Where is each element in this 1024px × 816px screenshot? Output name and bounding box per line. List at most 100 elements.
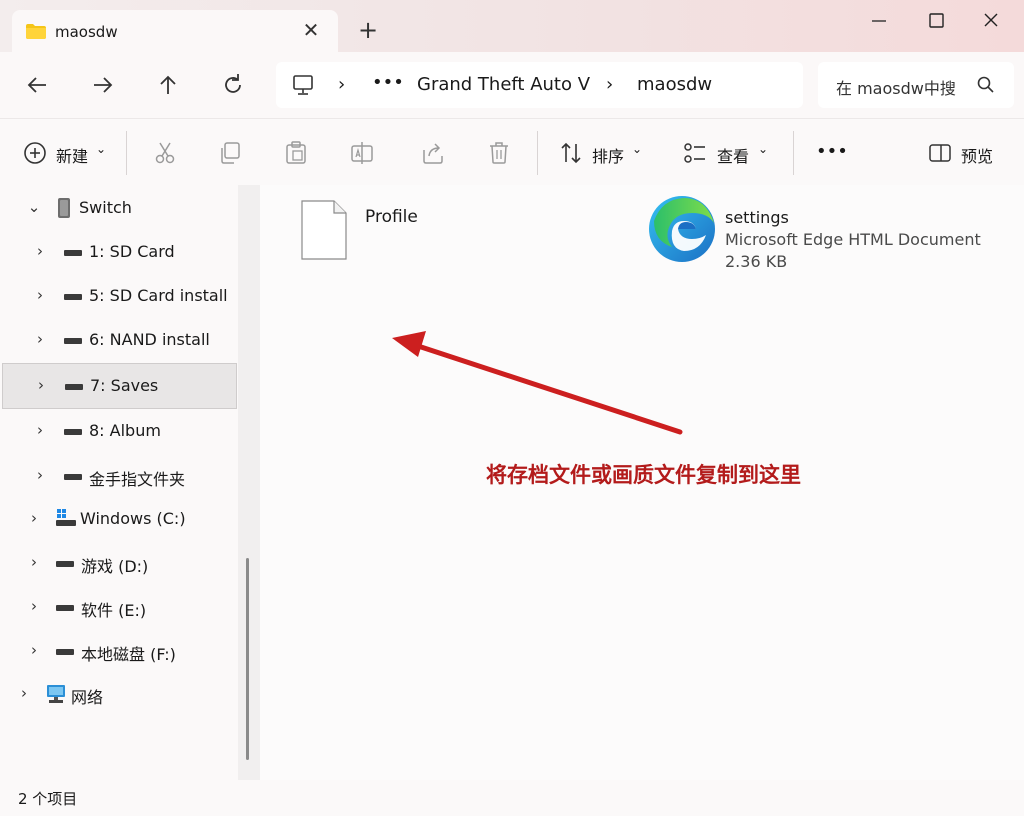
breadcrumb-overflow[interactable]: ••• xyxy=(372,72,404,93)
sidebar-item-software-e[interactable]: › 软件 (E:) xyxy=(0,585,236,629)
file-list: Profile settings Microsoft Edge HTML Doc… xyxy=(260,185,1024,780)
copy-icon[interactable] xyxy=(217,140,243,166)
sidebar-item-label: 5: SD Card install xyxy=(89,286,228,305)
sidebar-item-sd-card[interactable]: › 1: SD Card xyxy=(0,230,236,274)
chevron-down-icon[interactable]: ⌄ xyxy=(758,142,768,170)
arrow-up-icon[interactable] xyxy=(151,68,185,102)
sidebar-item-local-disk-f[interactable]: › 本地磁盘 (F:) xyxy=(0,629,236,673)
view-button[interactable]: 查看 xyxy=(717,143,749,171)
preview-pane-icon[interactable] xyxy=(927,140,953,166)
maximize-icon[interactable] xyxy=(922,10,950,32)
computer-icon xyxy=(293,75,313,95)
view-icon[interactable] xyxy=(682,140,708,166)
windows-drive-icon xyxy=(56,509,76,526)
separator xyxy=(537,131,538,175)
chevron-right-icon[interactable]: › xyxy=(32,330,48,348)
chevron-right-icon[interactable]: › xyxy=(32,421,48,439)
sort-icon[interactable] xyxy=(558,140,584,166)
sidebar-scrollbar-thumb[interactable] xyxy=(246,558,249,760)
chevron-right-icon[interactable]: › xyxy=(26,553,42,571)
drive-icon xyxy=(56,605,74,611)
paste-icon[interactable] xyxy=(283,140,309,166)
navigation-pane: ⌄ Switch › 1: SD Card › 5: SD Card insta… xyxy=(0,185,238,780)
status-bar: 2 个项目 xyxy=(0,780,1024,816)
sidebar-item-label: 网络 xyxy=(71,688,104,707)
chevron-right-icon[interactable]: › xyxy=(33,376,49,394)
separator xyxy=(793,131,794,175)
tab-maosdw[interactable]: maosdw ✕ xyxy=(12,10,338,52)
more-options-button[interactable]: ••• xyxy=(816,141,848,169)
drive-icon xyxy=(64,294,82,300)
sidebar-item-label: 游戏 (D:) xyxy=(81,557,149,576)
sidebar-item-label: 软件 (E:) xyxy=(81,601,147,620)
item-count: 2 个项目 xyxy=(18,790,78,808)
chevron-right-icon[interactable]: › xyxy=(32,286,48,304)
sidebar-item-label: Windows (C:) xyxy=(80,509,186,528)
title-bar: maosdw ✕ + xyxy=(0,0,1024,52)
sidebar-item-label: 金手指文件夹 xyxy=(89,470,186,489)
share-icon[interactable] xyxy=(420,140,446,166)
sidebar-item-label: 6: NAND install xyxy=(89,330,210,349)
drive-icon xyxy=(65,384,83,390)
chevron-right-icon[interactable]: › xyxy=(32,242,48,260)
chevron-right-icon[interactable]: › xyxy=(32,466,48,484)
plus-icon[interactable]: + xyxy=(356,18,380,42)
chevron-down-icon[interactable]: ⌄ xyxy=(96,142,106,170)
drive-icon xyxy=(56,649,74,655)
sidebar-item-album[interactable]: › 8: Album xyxy=(0,409,236,453)
chevron-right-icon[interactable]: › xyxy=(16,684,32,702)
sidebar-item-label: 1: SD Card xyxy=(89,242,175,261)
arrow-right-icon[interactable] xyxy=(86,68,120,102)
arrow-left-icon[interactable] xyxy=(20,68,54,102)
minimize-icon[interactable] xyxy=(865,10,893,32)
chevron-right-icon[interactable]: › xyxy=(26,597,42,615)
sidebar-item-network[interactable]: › 网络 xyxy=(0,672,236,716)
sidebar-item-label: 8: Album xyxy=(89,421,161,440)
chevron-right-icon[interactable]: › xyxy=(26,641,42,659)
annotation-text: 将存档文件或画质文件复制到这里 xyxy=(486,463,801,487)
tab-title: maosdw xyxy=(55,23,118,41)
chevron-right-icon[interactable]: › xyxy=(26,509,42,527)
network-icon xyxy=(47,685,65,703)
sidebar-scrollbar[interactable] xyxy=(238,185,260,780)
sidebar-item-windows-c[interactable]: › Windows (C:) xyxy=(0,497,236,541)
drive-icon xyxy=(64,474,82,480)
breadcrumb-maosdw[interactable]: maosdw xyxy=(637,74,712,95)
drive-icon xyxy=(64,338,82,344)
address-bar[interactable]: › ••• Grand Theft Auto V › maosdw xyxy=(276,62,803,108)
command-bar: 新建 ⌄ 排序 ⌄ 查看 ⌄ ••• 预览 xyxy=(0,118,1024,186)
drive-icon xyxy=(64,250,82,256)
separator xyxy=(126,131,127,175)
folder-icon xyxy=(26,24,46,39)
chevron-down-icon[interactable]: ⌄ xyxy=(632,142,642,170)
sidebar-item-label: 7: Saves xyxy=(90,376,159,395)
search-input[interactable]: 在 maosdw中搜 xyxy=(836,75,956,99)
delete-icon[interactable] xyxy=(486,140,512,166)
device-icon xyxy=(58,198,70,218)
chevron-right-icon: › xyxy=(338,74,346,95)
close-tab-icon[interactable]: ✕ xyxy=(300,19,322,41)
sidebar-item-saves[interactable]: › 7: Saves xyxy=(2,363,237,409)
chevron-right-icon: › xyxy=(606,74,614,95)
sort-button[interactable]: 排序 xyxy=(592,143,624,171)
preview-button[interactable]: 预览 xyxy=(961,143,993,171)
plus-circle-icon[interactable] xyxy=(22,140,48,166)
chevron-down-icon[interactable]: ⌄ xyxy=(26,198,42,216)
new-button[interactable]: 新建 xyxy=(56,143,88,171)
sidebar-item-cheats-folder[interactable]: › 金手指文件夹 xyxy=(0,454,236,498)
drive-icon xyxy=(64,429,82,435)
close-window-icon[interactable] xyxy=(977,10,1005,32)
sidebar-item-nand-install[interactable]: › 6: NAND install xyxy=(0,318,236,362)
sidebar-item-sd-card-install[interactable]: › 5: SD Card install xyxy=(0,274,236,318)
refresh-icon[interactable] xyxy=(216,68,250,102)
search-box[interactable]: 在 maosdw中搜 xyxy=(818,62,1014,108)
cut-icon[interactable] xyxy=(152,140,178,166)
breadcrumb-grand-theft-auto-v[interactable]: Grand Theft Auto V xyxy=(417,74,590,95)
sidebar-item-switch[interactable]: ⌄ Switch xyxy=(0,186,236,230)
search-icon[interactable] xyxy=(976,75,996,95)
sidebar-item-games-d[interactable]: › 游戏 (D:) xyxy=(0,541,236,585)
rename-icon[interactable] xyxy=(349,140,375,166)
sidebar-item-label: Switch xyxy=(79,198,132,217)
drive-icon xyxy=(56,561,74,567)
sidebar-item-label: 本地磁盘 (F:) xyxy=(81,645,176,664)
